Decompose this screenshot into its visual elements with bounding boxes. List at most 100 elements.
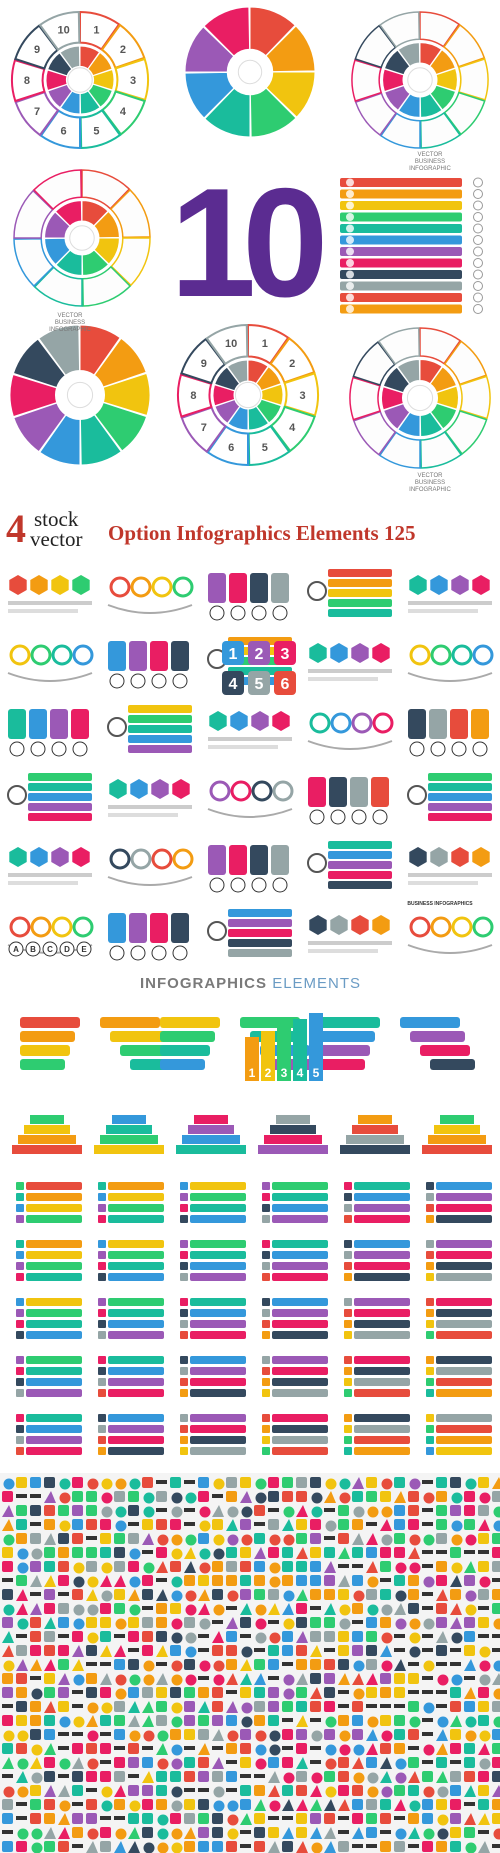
mosaic-tile <box>338 1659 349 1670</box>
mosaic-tile <box>58 1659 69 1670</box>
mosaic-tile <box>198 1477 209 1488</box>
mosaic-tile <box>492 1743 500 1754</box>
option-tab <box>229 845 247 875</box>
mosaic-dark-strip <box>408 1844 419 1848</box>
mosaic-tile <box>450 1547 461 1558</box>
element-list-index <box>16 1251 24 1259</box>
list-stripe <box>340 247 462 256</box>
wheel-caption-business-3: BUSINESS INFOGRAPHIC <box>409 480 451 493</box>
mosaic-tile <box>282 1547 293 1558</box>
mosaic-dark-strip <box>72 1704 83 1708</box>
mosaic-tile <box>170 1645 181 1656</box>
element-column-number: 2 <box>265 1066 272 1080</box>
element-list-index <box>98 1182 106 1190</box>
list-stripe <box>340 235 462 245</box>
element-list-index <box>262 1251 270 1259</box>
option-bar <box>128 745 192 753</box>
element-list-index <box>426 1425 434 1433</box>
mosaic-triangle <box>72 1757 84 1769</box>
mosaic-triangle <box>212 1729 224 1741</box>
mosaic-triangle <box>128 1701 140 1713</box>
mosaic-tile <box>100 1687 111 1698</box>
element-list-row <box>190 1215 246 1223</box>
element-list-index <box>262 1182 270 1190</box>
option-bar <box>328 569 392 577</box>
mosaic-dot <box>255 1604 267 1616</box>
mosaic-tile <box>184 1701 195 1712</box>
list-stripe-number-dot <box>473 235 483 245</box>
mosaic-tile <box>324 1589 335 1600</box>
mosaic-tile <box>100 1715 111 1726</box>
mosaic-tile <box>366 1547 377 1558</box>
mosaic-tile <box>58 1533 69 1544</box>
mosaic-dark-strip <box>100 1662 111 1666</box>
element-list-row <box>26 1204 82 1212</box>
option-bar <box>328 589 392 597</box>
mosaic-dot <box>255 1730 267 1742</box>
wheel-number-label: 2 <box>289 358 295 370</box>
mosaic-dark-strip <box>282 1662 293 1666</box>
mosaic-tile <box>212 1589 223 1600</box>
mosaic-triangle <box>268 1785 280 1797</box>
mosaic-dark-strip <box>128 1648 139 1652</box>
mosaic-tile <box>2 1715 13 1726</box>
mosaic-tile <box>240 1757 251 1768</box>
option-connector <box>7 672 93 682</box>
element-list-row <box>354 1425 410 1433</box>
mosaic-dot <box>493 1828 500 1840</box>
mosaic-dot <box>311 1772 323 1784</box>
wheel-number-label: 9 <box>34 44 40 56</box>
mosaic-triangle <box>44 1701 56 1713</box>
element-list-row <box>272 1320 328 1328</box>
mosaic-dark-strip <box>198 1648 209 1652</box>
element-list-row <box>436 1367 492 1375</box>
option-hexagon <box>130 779 148 799</box>
option-hexagon <box>230 711 248 731</box>
list-stripe <box>340 189 462 199</box>
wheel-center <box>67 67 93 93</box>
element-list-row <box>190 1367 246 1375</box>
element-list-index <box>180 1389 188 1397</box>
mosaic-triangle <box>394 1491 406 1503</box>
element-list-index <box>262 1215 270 1223</box>
mosaic-tile <box>226 1491 237 1502</box>
mosaic-dot <box>213 1786 225 1798</box>
mosaic-tile <box>450 1841 461 1852</box>
mosaic-dark-strip <box>16 1494 27 1498</box>
mosaic-tile <box>72 1743 83 1754</box>
element-pyramid-step <box>428 1135 486 1144</box>
mosaic-triangle <box>44 1785 56 1797</box>
mosaic-dot <box>409 1478 421 1490</box>
option-hexagon <box>430 575 448 595</box>
mosaic-tile <box>450 1813 461 1824</box>
mosaic-tile <box>464 1617 475 1628</box>
option-circle <box>9 644 31 666</box>
option-circle <box>109 848 131 870</box>
mosaic-dot <box>241 1716 253 1728</box>
mosaic-tile <box>58 1645 69 1656</box>
mosaic-dot <box>269 1534 281 1546</box>
mosaic-triangle <box>492 1673 500 1685</box>
element-list-index <box>98 1425 106 1433</box>
list-stripe-number-dot <box>473 177 483 188</box>
option-letter-dot <box>309 809 325 825</box>
mosaic-tile <box>114 1729 125 1740</box>
mosaic-tile <box>114 1771 125 1782</box>
element-list-index <box>16 1215 24 1223</box>
option-tab <box>50 709 68 739</box>
element-list-row <box>108 1182 164 1190</box>
list-stripe-icon <box>346 224 354 233</box>
mosaic-dark-strip <box>394 1634 405 1638</box>
mosaic-tile <box>72 1813 83 1824</box>
mosaic-dark-strip <box>436 1550 447 1554</box>
option-letter-dot <box>9 741 25 757</box>
option-bar <box>28 773 92 781</box>
element-list-row <box>354 1367 410 1375</box>
mosaic-dot <box>59 1492 71 1504</box>
element-list-row <box>436 1425 492 1433</box>
option-tab <box>271 845 289 875</box>
element-list-row <box>108 1389 164 1397</box>
mosaic-dot <box>339 1478 351 1490</box>
mosaic-triangle <box>310 1645 322 1657</box>
mosaic-dark-strip <box>86 1662 97 1666</box>
